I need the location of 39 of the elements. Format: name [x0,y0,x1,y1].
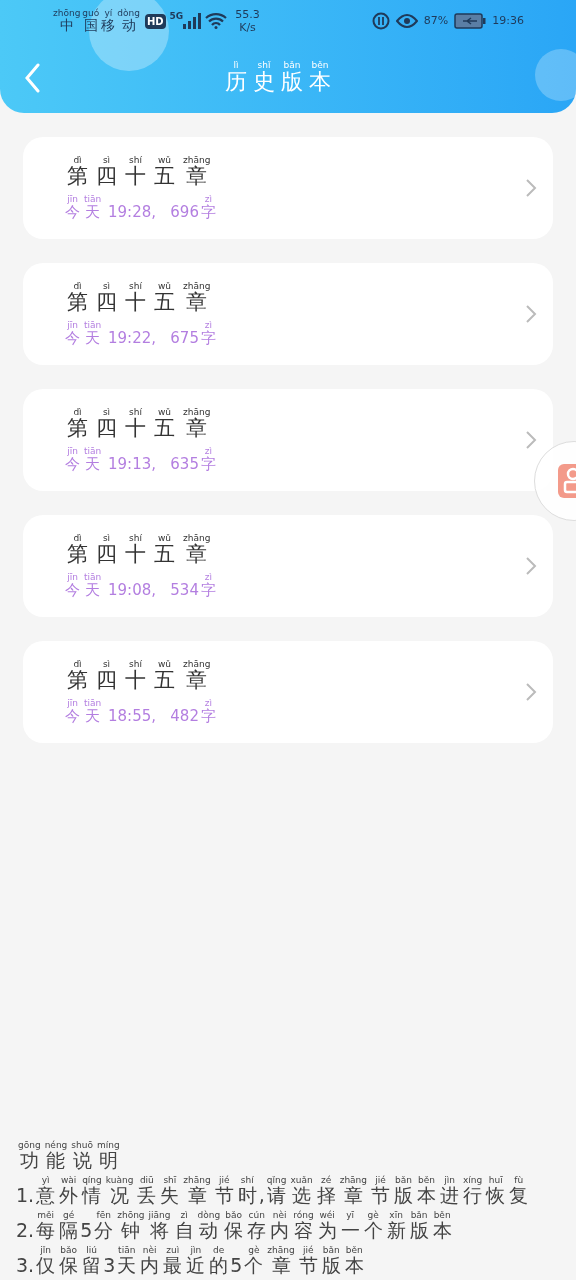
chapter-title: dì 第 sì 四 shí 十 wǔ 五 zhāng 章 [66,155,212,189]
network-label: 5G [169,10,184,23]
help-title: gōng 功 néng 能 shuō 说 míng 明 [17,1140,121,1172]
data-saver-icon [371,12,390,30]
version-card[interactable]: dì 第 sì 四 shí 十 wǔ 五 zhāng 章 jīn 今 tiān 天 19:22, 675 zì 字 [23,263,553,365]
version-meta: jīn 今 tiān 天 19:13, 635 zì 字 [64,446,217,473]
eye-icon [395,14,418,28]
chevron-icon [525,430,537,450]
version-card[interactable]: dì 第 sì 四 shí 十 wǔ 五 zhāng 章 jīn 今 tiān 天 19:28, 696 zì 字 [23,137,553,239]
speed-value: 55.3 [235,8,260,21]
version-meta: jīn 今 tiān 天 18:55, 482 zì 字 [64,698,217,725]
back-icon [24,62,40,93]
page-title: lì 历 shǐ 史 bǎn 版 běn 本 [224,60,332,95]
help-line: 1. yì 意 wài 外 qíng 情 kuàng 况 diū 丢 shī 失 zhāng 章 jié 节 shí 时, qǐng 请 xuǎn 选 zé 择 zhāng 章 jié 节 bǎn 版 běn 本 jìn 进 xíng 行 huī 恢 fù 复 [16,1175,530,1207]
version-meta: jīn 今 tiān 天 19:08, 534 zì 字 [64,572,217,599]
version-card[interactable]: dì 第 sì 四 shí 十 wǔ 五 zhāng 章 jīn 今 tiān 天 19:13, 635 zì 字 [23,389,553,491]
clock-time: 19:36 [492,12,524,29]
carrier-label: zhōng 中 guó 国 yí 移 dòng 动 [52,8,141,34]
chevron-icon [525,682,537,702]
chapter-title: dì 第 sì 四 shí 十 wǔ 五 zhāng 章 [66,281,212,315]
bubble-icon [534,48,576,102]
version-meta: jīn 今 tiān 天 19:22, 675 zì 字 [64,320,217,347]
help-line: 3. jǐn 仅 bǎo 保 liú 留 3 tiān 天 nèi 内 zuì 最 jìn 近 de 的 5 gè 个 zhāng 章 jié 节 bǎn 版 běn 本 [16,1245,365,1276]
chapter-title: dì 第 sì 四 shí 十 wǔ 五 zhāng 章 [66,533,212,567]
speed-unit: K/s [239,21,256,34]
chapter-title: dì 第 sì 四 shí 十 wǔ 五 zhāng 章 [66,659,212,693]
battery-percent: 87% [423,12,449,29]
version-card[interactable]: dì 第 sì 四 shí 十 wǔ 五 zhāng 章 jīn 今 tiān 天 19:08, 534 zì 字 [23,515,553,617]
chevron-icon [525,304,537,324]
chapter-title: dì 第 sì 四 shí 十 wǔ 五 zhāng 章 [66,407,212,441]
wifi-icon [205,13,228,29]
help-line: 2. měi 每 gé 隔 5 fēn 分 zhōng 钟 jiāng 将 zì 自 dòng 动 bǎo 保 cún 存 nèi 内 róng 容 wéi 为 yī 一 gè 个 xīn 新 bǎn 版 běn 本 [16,1210,453,1242]
version-meta: jīn 今 tiān 天 19:28, 696 zì 字 [64,194,217,221]
version-card[interactable]: dì 第 sì 四 shí 十 wǔ 五 zhāng 章 jīn 今 tiān 天 18:55, 482 zì 字 [23,641,553,743]
chevron-icon [525,178,537,198]
signal-icon [183,13,202,29]
chevron-icon [525,556,537,576]
hd-badge: HD [144,13,166,29]
battery-icon [454,13,487,29]
